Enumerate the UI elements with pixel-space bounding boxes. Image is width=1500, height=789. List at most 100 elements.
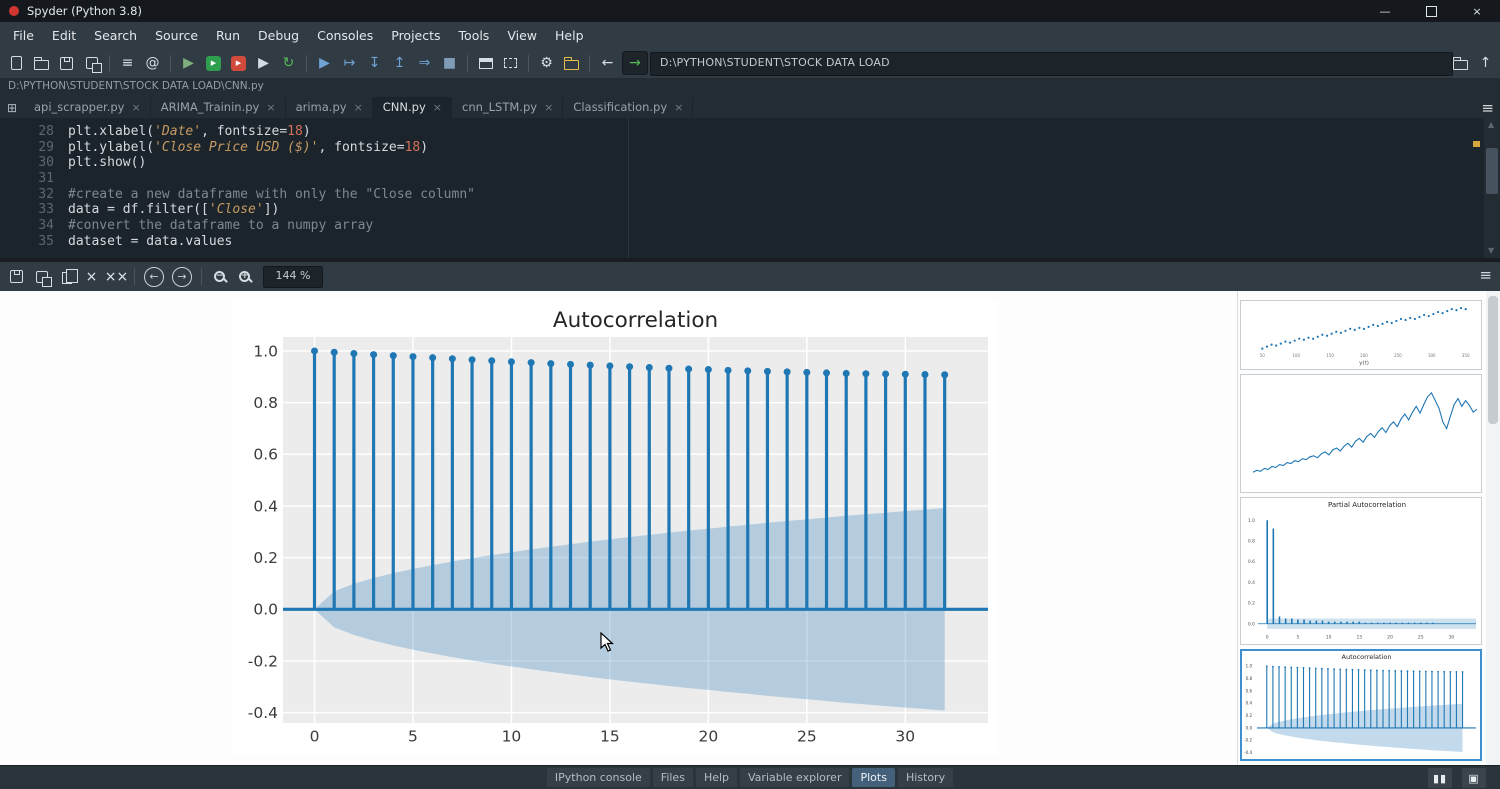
- maximize-button[interactable]: [1408, 0, 1454, 22]
- code-line[interactable]: 31: [0, 171, 1500, 187]
- statusbar-tab-variable-explorer[interactable]: Variable explorer: [740, 768, 849, 787]
- svg-text:0.0: 0.0: [1246, 725, 1253, 730]
- menu-run[interactable]: Run: [207, 28, 249, 43]
- parent-directory-icon[interactable]: ↑: [1473, 51, 1498, 75]
- menu-edit[interactable]: Edit: [43, 28, 85, 43]
- cd-back-icon[interactable]: ←: [595, 51, 620, 75]
- close-tab-icon[interactable]: ×: [354, 101, 363, 114]
- save-all-plots-icon[interactable]: [29, 265, 54, 289]
- save-all-icon[interactable]: [79, 51, 104, 75]
- browse-directory-icon[interactable]: [1448, 51, 1473, 75]
- svg-text:0: 0: [310, 728, 320, 746]
- scroll-up-icon[interactable]: ▲: [1488, 120, 1494, 129]
- statusbar-tab-ipython-console[interactable]: IPython console: [547, 768, 650, 787]
- toolbar-divider: [170, 55, 171, 72]
- editor-tab-arima-py[interactable]: arima.py×: [286, 97, 373, 118]
- zoom-out-icon[interactable]: −: [207, 265, 232, 289]
- code-line[interactable]: 32#create a new dataframe with only the …: [0, 187, 1500, 203]
- debug-stop-icon[interactable]: ■: [437, 51, 462, 75]
- svg-text:0.4: 0.4: [253, 497, 278, 515]
- editor-scrollbar-thumb[interactable]: [1486, 148, 1498, 194]
- line-number: 33: [0, 202, 68, 218]
- menu-consoles[interactable]: Consoles: [308, 28, 382, 43]
- pause-icon[interactable]: ▮▮: [1428, 768, 1452, 788]
- code-line[interactable]: 29plt.ylabel('Close Price USD ($)', font…: [0, 140, 1500, 156]
- debug-step-out-icon[interactable]: ↥: [387, 51, 412, 75]
- thumb-lag-plot[interactable]: 50100150200250300350y(t): [1240, 300, 1482, 370]
- thumb-acf[interactable]: Autocorrelation1.00.80.60.40.20.0-0.2-0.…: [1240, 649, 1482, 761]
- goto-symbol-icon[interactable]: @: [140, 51, 165, 75]
- zoom-in-icon[interactable]: +: [232, 265, 257, 289]
- menu-help[interactable]: Help: [546, 28, 593, 43]
- copy-plot-icon[interactable]: [54, 265, 79, 289]
- code-line[interactable]: 34#convert the dataframe to a numpy arra…: [0, 218, 1500, 234]
- debug-step-over-icon[interactable]: ↦: [337, 51, 362, 75]
- code-line[interactable]: 35dataset = data.values: [0, 234, 1500, 250]
- python-path-icon[interactable]: [559, 51, 584, 75]
- scroll-down-icon[interactable]: ▼: [1488, 246, 1494, 255]
- fullscreen-icon[interactable]: [498, 51, 523, 75]
- svg-text:y(t): y(t): [1359, 361, 1369, 367]
- code-line[interactable]: 28plt.xlabel('Date', fontsize=18): [0, 124, 1500, 140]
- save-plot-icon[interactable]: [4, 265, 29, 289]
- remove-all-plots-icon[interactable]: ××: [104, 265, 129, 289]
- close-tab-icon[interactable]: ×: [433, 101, 442, 114]
- menu-search[interactable]: Search: [85, 28, 146, 43]
- run-cell-icon[interactable]: ▶: [201, 51, 226, 75]
- editor-tab-arima-trainin-py[interactable]: ARIMA_Trainin.py×: [151, 97, 286, 118]
- maximize-pane-icon[interactable]: [473, 51, 498, 75]
- rerun-script-icon[interactable]: ↻: [276, 51, 301, 75]
- browse-tabs-icon[interactable]: ⊞: [0, 101, 24, 118]
- close-tab-icon[interactable]: ×: [266, 101, 275, 114]
- close-tab-icon[interactable]: ×: [544, 101, 553, 114]
- plots-scrollbar-thumb[interactable]: [1488, 296, 1498, 424]
- editor-tab-classification-py[interactable]: Classification.py×: [563, 97, 693, 118]
- next-plot-icon[interactable]: →: [172, 267, 192, 287]
- cd-forward-icon[interactable]: →: [622, 51, 648, 75]
- thumb-pacf[interactable]: Partial Autocorrelation0510152025301.00.…: [1240, 497, 1482, 645]
- statusbar-tab-files[interactable]: Files: [653, 768, 693, 787]
- statusbar-tab-plots[interactable]: Plots: [852, 768, 894, 787]
- zoom-level-input[interactable]: 144 %: [263, 266, 323, 288]
- editor-tab-api-scrapper-py[interactable]: api_scrapper.py×: [24, 97, 151, 118]
- menu-view[interactable]: View: [498, 28, 546, 43]
- menu-source[interactable]: Source: [146, 28, 207, 43]
- menu-file[interactable]: File: [4, 28, 43, 43]
- working-directory-input[interactable]: D:\PYTHON\STUDENT\STOCK DATA LOAD: [650, 52, 1453, 76]
- plots-options-icon[interactable]: ≡: [1479, 266, 1492, 284]
- statusbar-tab-history[interactable]: History: [898, 768, 953, 787]
- statusbar-right-icons: ▮▮ ▣: [1428, 768, 1486, 788]
- dock-icon[interactable]: ▣: [1462, 768, 1486, 788]
- menu-projects[interactable]: Projects: [382, 28, 449, 43]
- debug-continue-icon[interactable]: ⇒: [412, 51, 437, 75]
- file-switcher-icon[interactable]: ≡: [115, 51, 140, 75]
- remove-plot-icon[interactable]: ×: [79, 265, 104, 289]
- code-line[interactable]: 30plt.show(): [0, 155, 1500, 171]
- editor-tab-cnn-py[interactable]: CNN.py×: [373, 97, 452, 118]
- code-line[interactable]: 33data = df.filter(['Close']): [0, 202, 1500, 218]
- statusbar-tab-help[interactable]: Help: [696, 768, 737, 787]
- thumb-stock-line[interactable]: [1240, 374, 1482, 493]
- minimize-button[interactable]: —: [1362, 0, 1408, 22]
- run-file-icon[interactable]: ▶: [176, 51, 201, 75]
- toolbar-divider: [109, 55, 110, 72]
- new-file-icon[interactable]: [4, 51, 29, 75]
- debug-file-icon[interactable]: ▶: [312, 51, 337, 75]
- close-tab-icon[interactable]: ×: [132, 101, 141, 114]
- code-editor[interactable]: 28plt.xlabel('Date', fontsize=18)29plt.y…: [0, 118, 1500, 264]
- svg-text:0.2: 0.2: [253, 549, 278, 567]
- menu-tools[interactable]: Tools: [450, 28, 499, 43]
- close-tab-icon[interactable]: ×: [674, 101, 683, 114]
- run-selection-icon[interactable]: ▶: [251, 51, 276, 75]
- previous-plot-icon[interactable]: ←: [144, 267, 164, 287]
- editor-options-icon[interactable]: ≡: [1481, 99, 1494, 117]
- save-icon[interactable]: [54, 51, 79, 75]
- close-button[interactable]: ×: [1454, 0, 1500, 22]
- svg-text:25: 25: [1418, 635, 1424, 641]
- preferences-icon[interactable]: ⚙: [534, 51, 559, 75]
- menu-debug[interactable]: Debug: [249, 28, 308, 43]
- open-file-icon[interactable]: [29, 51, 54, 75]
- debug-step-into-icon[interactable]: ↧: [362, 51, 387, 75]
- editor-tab-cnn-lstm-py[interactable]: cnn_LSTM.py×: [452, 97, 563, 118]
- rerun-cell-icon[interactable]: ▶: [226, 51, 251, 75]
